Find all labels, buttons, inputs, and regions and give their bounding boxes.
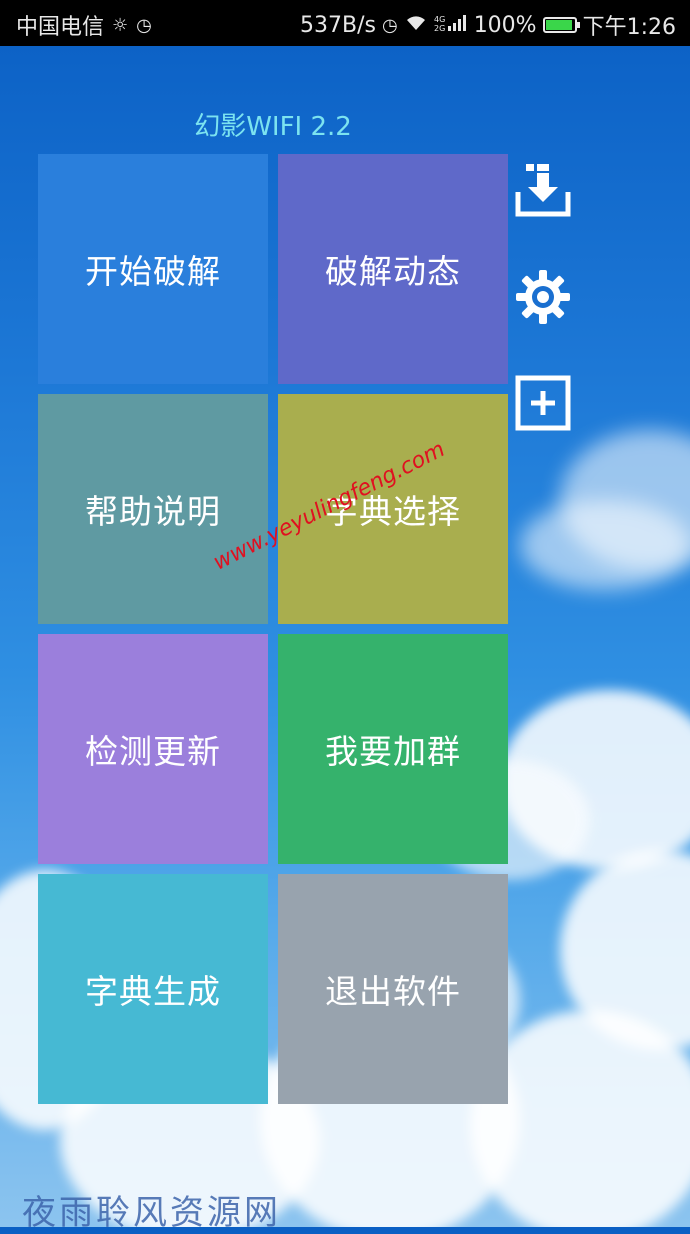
- battery-percent: 100%: [473, 12, 537, 38]
- battery-icon: [542, 17, 580, 33]
- svg-text:4G: 4G: [434, 15, 445, 24]
- download-icon[interactable]: [514, 162, 572, 220]
- help-button[interactable]: 帮助说明: [38, 394, 268, 624]
- gear-icon[interactable]: [514, 268, 572, 326]
- exit-app-button[interactable]: 退出软件: [278, 874, 508, 1104]
- clock: 下午1:26: [582, 15, 676, 40]
- app-title: 幻影WIFI 2.2: [194, 112, 352, 142]
- add-icon[interactable]: [514, 374, 572, 432]
- alarm-icon: ◷: [381, 14, 398, 36]
- brightness-icon: ☼: [112, 14, 129, 36]
- menu-grid: 开始破解 破解动态 帮助说明 字典选择 检测更新 我要加群 字典生成 退出软件: [38, 154, 510, 1104]
- crack-status-button[interactable]: 破解动态: [278, 154, 508, 384]
- wifi-icon: [404, 14, 428, 37]
- svg-text:2G: 2G: [434, 24, 445, 32]
- signal-icon: 4G 2G: [434, 14, 468, 37]
- status-bar: 中国电信 ☼ ◷ 537B/s ◷ 4G 2G 100% 下午1:26: [0, 0, 690, 46]
- start-crack-button[interactable]: 开始破解: [38, 154, 268, 384]
- net-speed-label: 537B/s: [300, 12, 376, 38]
- alarm-icon: ◷: [136, 14, 152, 36]
- check-update-button[interactable]: 检测更新: [38, 634, 268, 864]
- carrier-label: 中国电信: [16, 15, 105, 40]
- dictionary-generate-button[interactable]: 字典生成: [38, 874, 268, 1104]
- join-group-button[interactable]: 我要加群: [278, 634, 508, 864]
